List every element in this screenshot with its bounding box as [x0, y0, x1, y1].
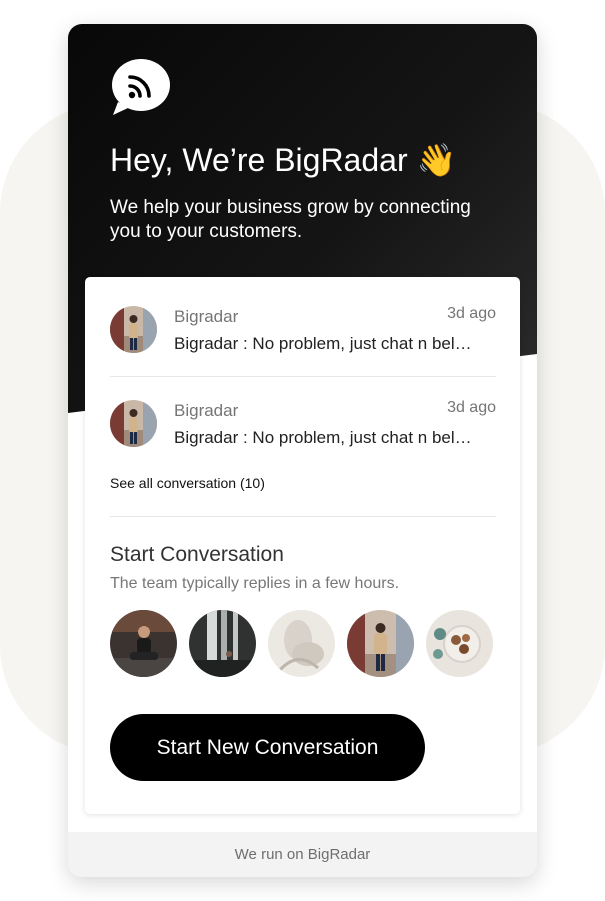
- conversation-time: 3d ago: [447, 305, 496, 322]
- conversations-card: Bigradar 3d ago Bigradar : No problem, j…: [85, 277, 520, 814]
- chat-widget: Hey, We’re BigRadar 👋 We help your busin…: [68, 24, 537, 877]
- conversation-item[interactable]: Bigradar 3d ago Bigradar : No problem, j…: [110, 301, 496, 371]
- team-avatar-statue: [268, 610, 335, 677]
- reply-time-text: The team typically replies in a few hour…: [110, 575, 400, 592]
- conversation-preview: Bigradar : No problem, just chat n bel…: [174, 428, 472, 447]
- team-avatars: [110, 610, 510, 678]
- conversation-time: 3d ago: [447, 399, 496, 416]
- start-new-conversation-button[interactable]: Start New Conversation: [110, 714, 425, 781]
- avatar: [110, 306, 157, 353]
- conversation-name: Bigradar: [174, 401, 239, 420]
- team-avatar-woman: [347, 610, 414, 677]
- team-avatar-waterfall: [189, 610, 256, 677]
- start-conversation-title: Start Conversation: [110, 543, 284, 566]
- conversation-preview: Bigradar : No problem, just chat n bel…: [174, 334, 472, 353]
- conversation-name: Bigradar: [174, 307, 239, 326]
- powered-by-footer: We run on BigRadar: [68, 832, 537, 877]
- welcome-subtitle: We help your business grow by connecting…: [110, 197, 471, 242]
- chat-rss-icon: [112, 59, 170, 115]
- team-avatar-food: [426, 610, 493, 677]
- see-all-conversations-link[interactable]: See all conversation (10): [110, 475, 265, 491]
- conversation-item[interactable]: Bigradar 3d ago Bigradar : No problem, j…: [110, 395, 496, 465]
- team-avatar-man: [110, 610, 177, 677]
- avatar: [110, 400, 157, 447]
- divider: [110, 376, 496, 377]
- divider: [110, 516, 496, 517]
- welcome-title: Hey, We’re BigRadar 👋: [110, 142, 457, 178]
